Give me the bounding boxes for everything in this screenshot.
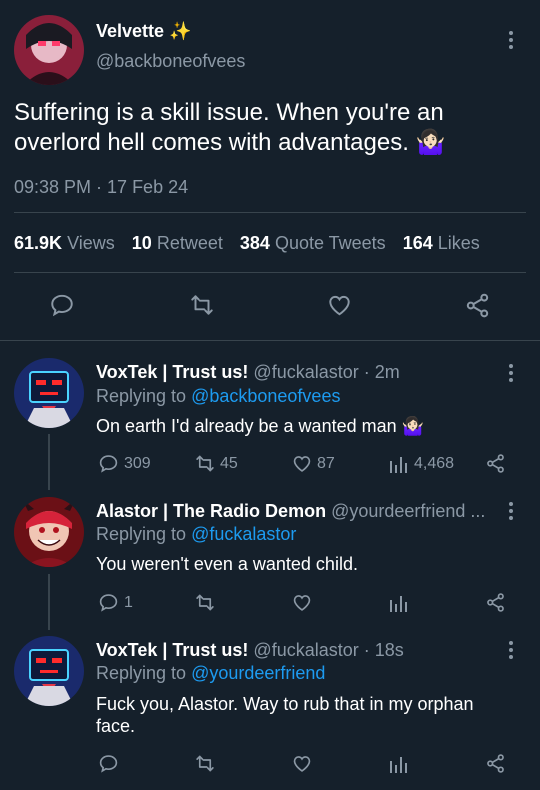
time[interactable]: · 18s: [364, 640, 404, 660]
views-icon[interactable]: [389, 753, 409, 774]
timestamp[interactable]: 09:38 PM · 17 Feb 24: [14, 177, 188, 198]
divider: [14, 212, 526, 213]
views-icon[interactable]: [389, 453, 409, 474]
reply-text: On earth I'd already be a wanted man 🤷🏻‍…: [96, 416, 425, 436]
time[interactable]: · 2m: [364, 362, 400, 382]
share-icon[interactable]: [485, 453, 506, 474]
replying-to: Replying to @fuckalastor: [96, 524, 297, 544]
thread-line: [48, 574, 50, 630]
reply-count: 309: [124, 455, 151, 472]
handle[interactable]: @yourdeerfriend ...: [331, 501, 485, 521]
reply-icon[interactable]: [49, 292, 75, 318]
views-stat[interactable]: 61.9K Views: [14, 233, 115, 253]
mention-link[interactable]: @backboneofvees: [191, 386, 340, 406]
share-icon[interactable]: [485, 753, 506, 774]
replying-to: Replying to @backboneofvees: [96, 386, 341, 406]
sparkles-emoji: ✨: [169, 21, 192, 41]
more-icon[interactable]: [508, 641, 514, 659]
reply-text: Fuck you, Alastor. Way to rub that in my…: [96, 694, 474, 736]
avatar-alastor[interactable]: [14, 497, 84, 567]
share-icon[interactable]: [485, 592, 506, 613]
display-name[interactable]: Alastor | The Radio Demon: [96, 501, 326, 521]
like-icon[interactable]: [291, 453, 313, 474]
tweet-text: Suffering is a skill issue. When you're …: [14, 99, 446, 156]
like-icon[interactable]: [291, 592, 313, 613]
divider: [14, 272, 526, 273]
display-name[interactable]: VoxTek | Trust us!: [96, 640, 248, 660]
stats-row: 61.9K Views 10 Retweet 384 Quote Tweets …: [14, 233, 480, 254]
reply-header: VoxTek | Trust us! @fuckalastor · 18s: [96, 640, 404, 661]
avatar-voxtek[interactable]: [14, 636, 84, 706]
views-icon[interactable]: [389, 592, 409, 613]
mention-link[interactable]: @yourdeerfriend: [191, 663, 325, 683]
retweet-icon[interactable]: [194, 453, 216, 474]
quote-stat[interactable]: 384 Quote Tweets: [240, 233, 386, 253]
handle[interactable]: @fuckalastor: [253, 362, 358, 382]
reply-count: 1: [124, 594, 133, 611]
display-name[interactable]: Velvette ✨: [96, 21, 191, 42]
mention-link[interactable]: @fuckalastor: [191, 524, 296, 544]
reply-text: You weren't even a wanted child.: [96, 554, 358, 574]
likes-stat[interactable]: 164 Likes: [403, 233, 480, 253]
retweet-icon[interactable]: [194, 753, 216, 774]
more-icon[interactable]: [508, 502, 514, 520]
share-icon[interactable]: [464, 292, 491, 319]
retweet-icon[interactable]: [194, 592, 216, 613]
reply-icon[interactable]: [98, 453, 119, 474]
avatar-voxtek[interactable]: [14, 358, 84, 428]
avatar-velvette[interactable]: [14, 15, 84, 85]
shrug-emoji: 🤷🏻‍♀️: [401, 416, 425, 436]
reply-icon[interactable]: [98, 592, 119, 613]
shrug-emoji: 🤷🏻‍♀️: [415, 129, 446, 156]
thread-line: [48, 434, 50, 490]
display-name[interactable]: VoxTek | Trust us!: [96, 362, 248, 382]
retweet-stat[interactable]: 10 Retweet: [132, 233, 223, 253]
more-icon[interactable]: [508, 31, 514, 49]
reply-header: VoxTek | Trust us! @fuckalastor · 2m: [96, 362, 400, 383]
more-icon[interactable]: [508, 364, 514, 382]
retweet-count: 45: [220, 455, 238, 472]
view-count: 4,468: [414, 455, 455, 472]
like-count: 87: [317, 455, 335, 472]
reply-icon[interactable]: [98, 753, 119, 774]
like-icon[interactable]: [291, 753, 313, 774]
retweet-icon[interactable]: [188, 292, 216, 318]
like-icon[interactable]: [326, 292, 353, 318]
handle[interactable]: @backboneofvees: [96, 51, 245, 72]
replying-to: Replying to @yourdeerfriend: [96, 663, 326, 683]
handle[interactable]: @fuckalastor: [253, 640, 358, 660]
reply-header: Alastor | The Radio Demon @yourdeerfrien…: [96, 501, 485, 522]
divider: [0, 340, 540, 341]
